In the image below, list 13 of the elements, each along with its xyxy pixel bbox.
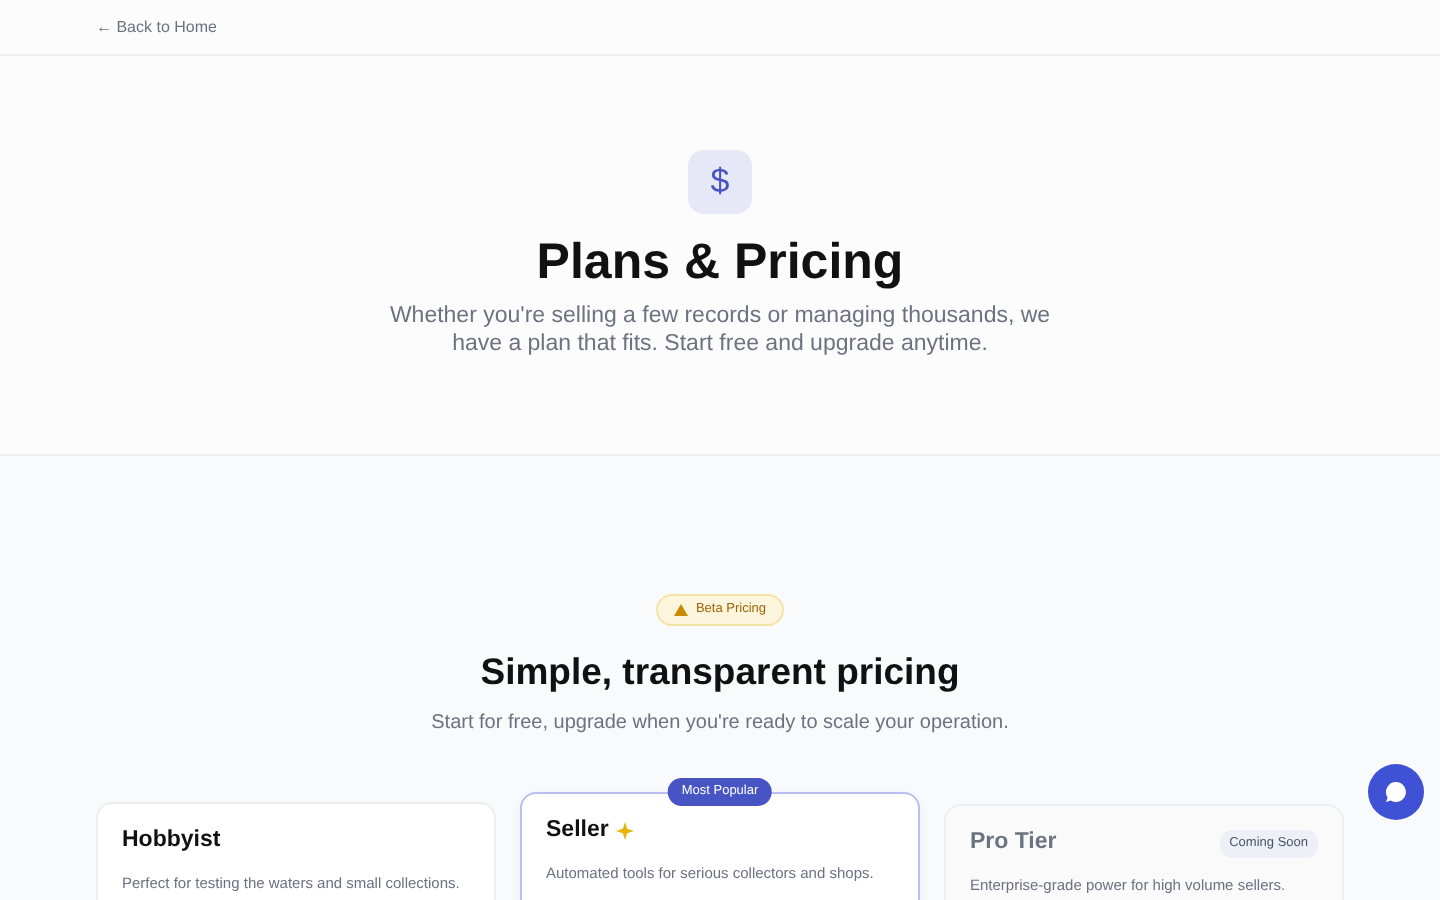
- plan-name: Pro Tier: [970, 830, 1057, 858]
- plan-name: Seller: [546, 818, 609, 846]
- page-description: Whether you're selling a few records or managing thousands, we have a plan that fits. Start free and upgrade anytime.: [387, 302, 1053, 358]
- chat-button[interactable]: [1368, 764, 1424, 820]
- warning-icon: [673, 604, 688, 616]
- section-subtitle: Start for free, upgrade when you're ready to scale your operation.: [429, 710, 1011, 738]
- section-title: Simple, transparent pricing: [478, 648, 962, 696]
- plan-name: Hobbyist: [122, 828, 221, 856]
- page-title: Plans & Pricing: [534, 232, 906, 294]
- chat-bubble-icon: [1384, 780, 1408, 804]
- dollar-icon: $: [688, 150, 752, 214]
- back-link[interactable]: ← Back to Home: [96, 15, 217, 39]
- sparkle-icon: [616, 822, 635, 841]
